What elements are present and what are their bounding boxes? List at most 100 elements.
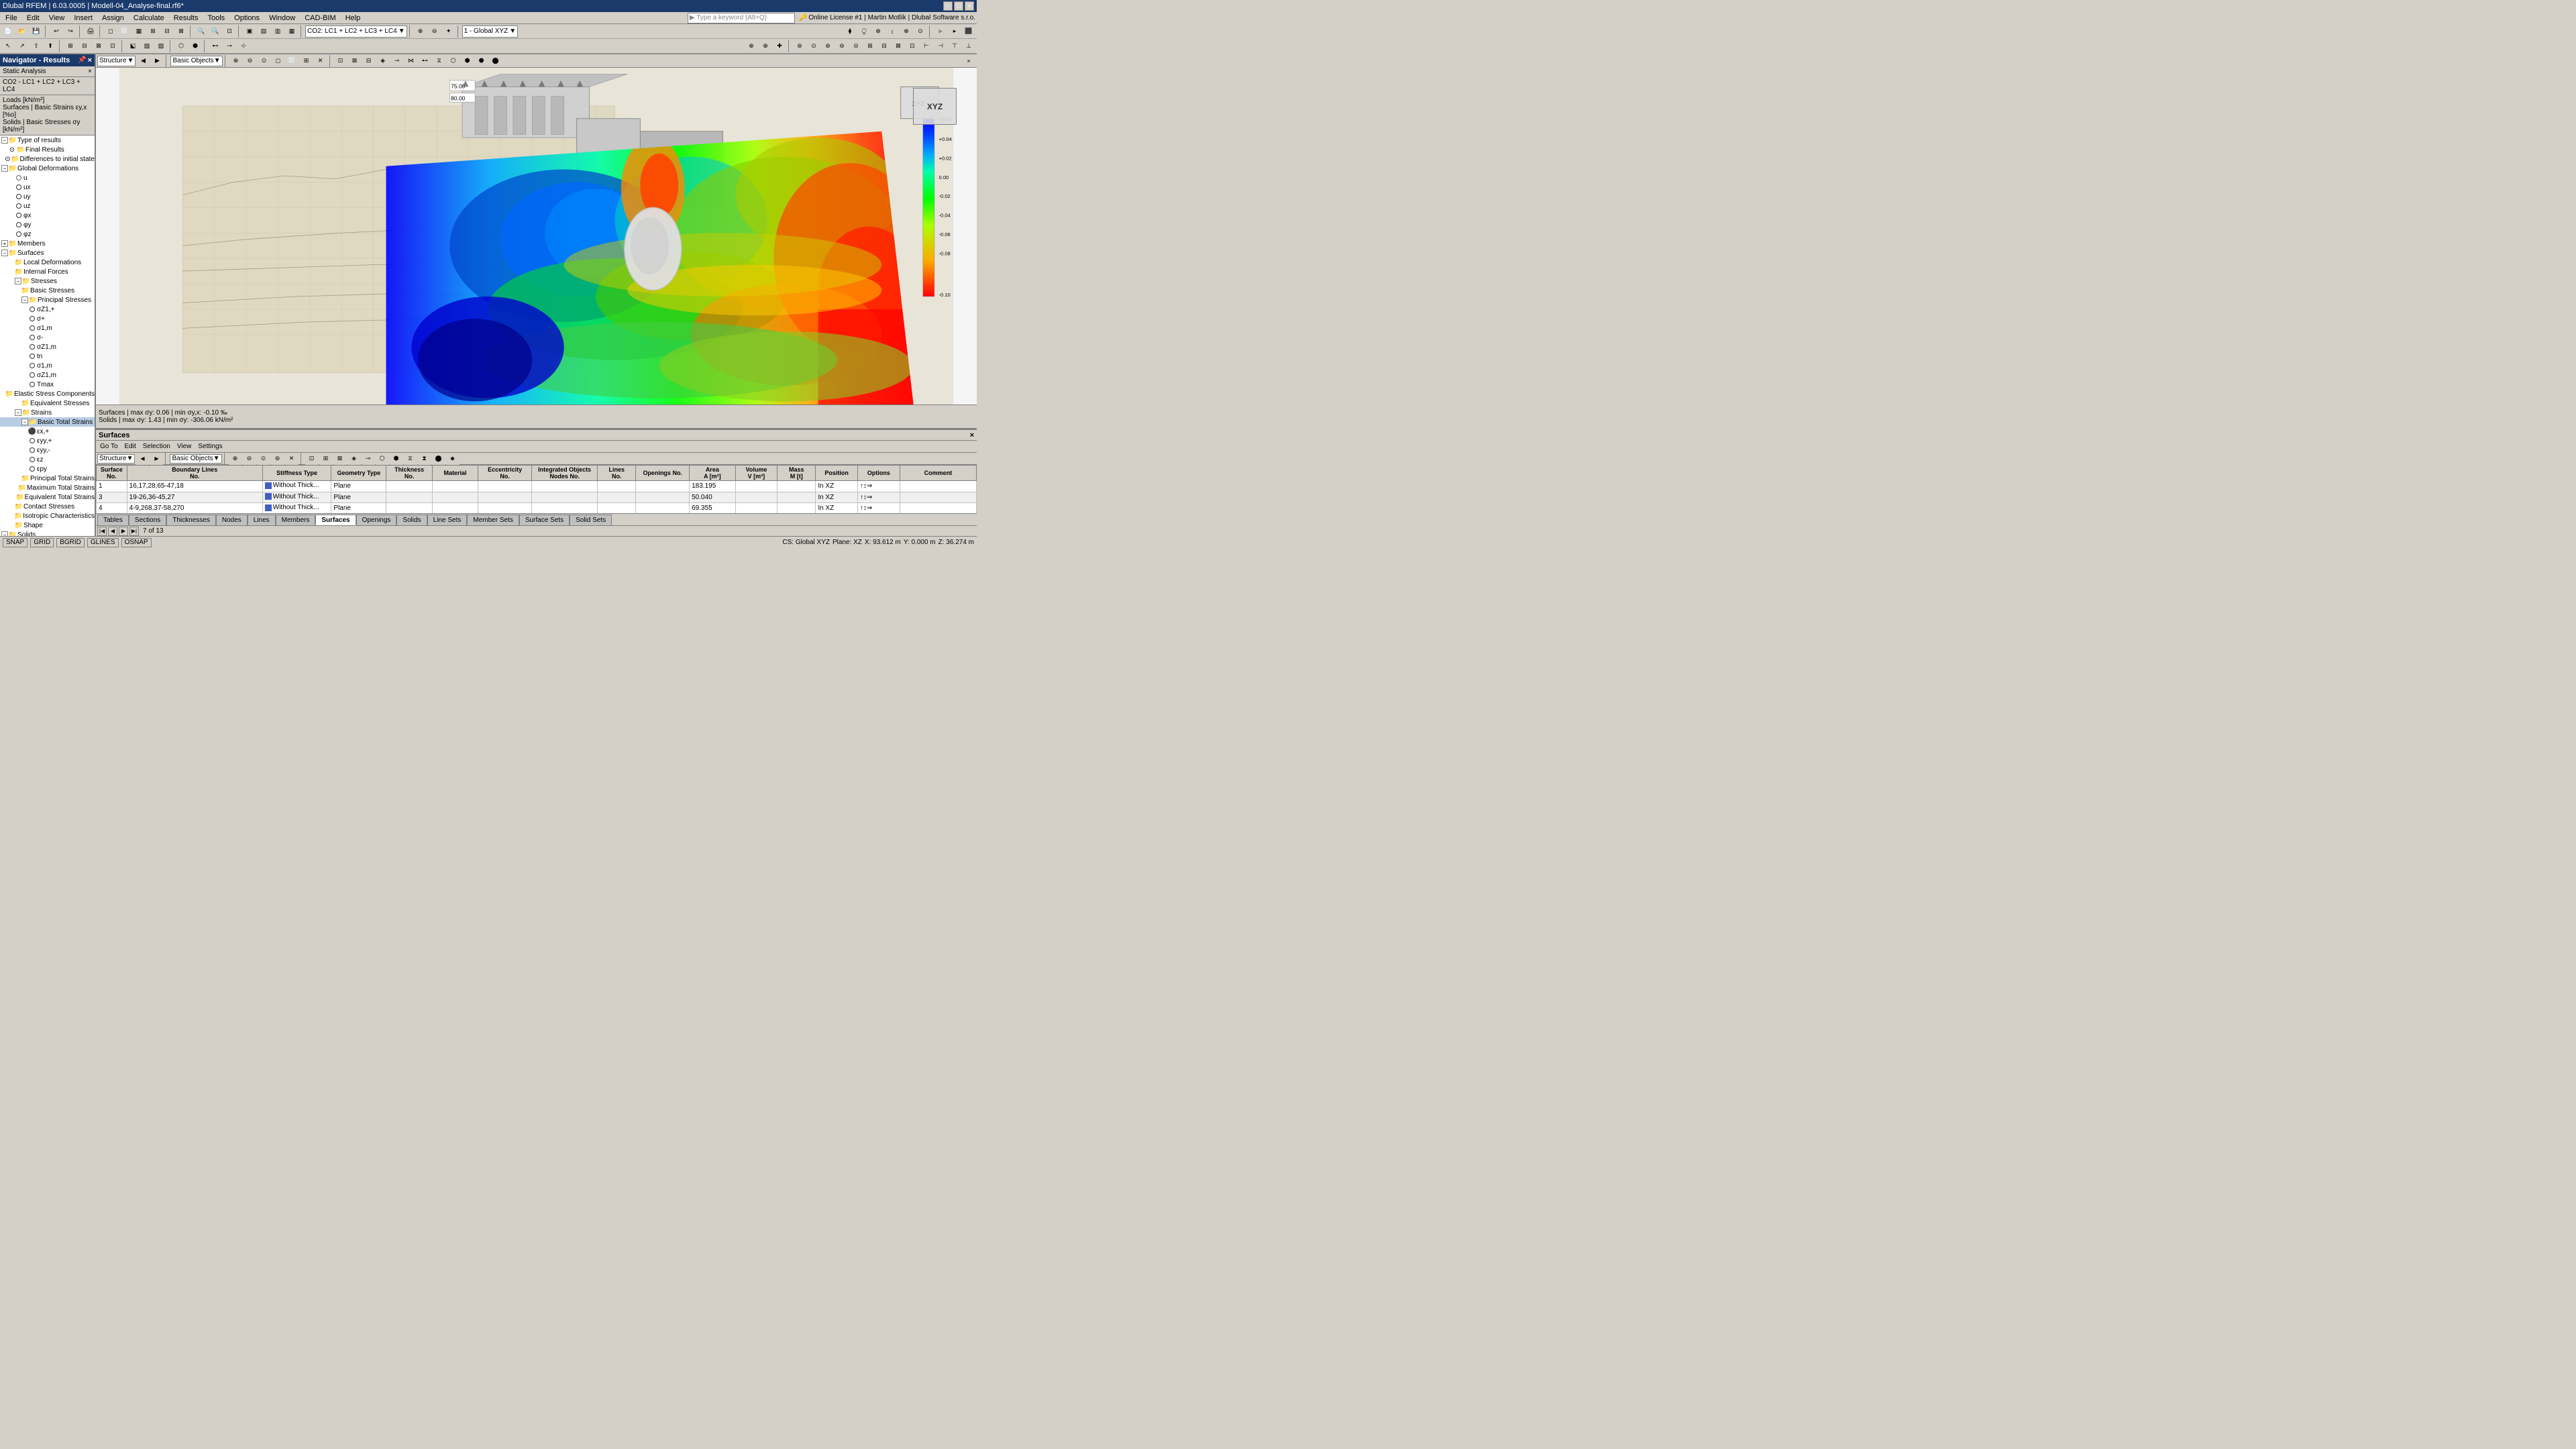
menu-cad-bim[interactable]: CAD-BIM: [301, 13, 339, 23]
tab-surface-sets[interactable]: Surface Sets: [519, 515, 570, 525]
tb2-7[interactable]: ⊠: [92, 40, 105, 52]
tb-btn-5[interactable]: ⊟: [160, 25, 174, 38]
tree-elastic-stress[interactable]: 📁 Elastic Stress Components: [0, 389, 95, 398]
tree-principal-stresses[interactable]: − 📁 Principal Stresses: [0, 295, 95, 305]
tb-btn-1[interactable]: ◻: [104, 25, 117, 38]
tree-contact-stresses[interactable]: 📁 Contact Stresses: [0, 502, 95, 511]
tb2-15[interactable]: ⊸: [223, 40, 236, 52]
expand-principal[interactable]: −: [21, 297, 28, 303]
vp-btn-18[interactable]: ⬣: [475, 55, 488, 67]
tab-nodes[interactable]: Nodes: [216, 515, 248, 525]
tb2-snap-2[interactable]: ⊕: [759, 40, 772, 52]
tab-solid-sets[interactable]: Solid Sets: [570, 515, 612, 525]
tree-phiz[interactable]: φz: [0, 229, 95, 239]
vp-btn-8[interactable]: ⊡: [334, 55, 347, 67]
nav-next[interactable]: ▶: [119, 527, 128, 536]
tb-btn-6[interactable]: ⊠: [174, 25, 188, 38]
tb-view-3[interactable]: ▥: [271, 25, 284, 38]
tree-final-results[interactable]: ⊙ 📁 Final Results: [0, 145, 95, 154]
tree-isotropic[interactable]: 📁 Isotropic Characteristics: [0, 511, 95, 521]
tree-tn[interactable]: tn: [0, 352, 95, 361]
rt-btn-3[interactable]: ⊙: [257, 453, 270, 465]
search-box[interactable]: ▶ Type a keyword (Alt+Q): [688, 13, 795, 23]
tab-tables[interactable]: Tables: [97, 515, 129, 525]
tree-sigma-z1[interactable]: σZ1,+: [0, 305, 95, 314]
tb-btn-2[interactable]: ⬜: [118, 25, 131, 38]
tb2-3[interactable]: ⇧: [30, 40, 43, 52]
basic-objects-dropdown[interactable]: Basic Objects ▼: [170, 56, 222, 66]
vp-arrow-right[interactable]: ▶: [150, 55, 164, 67]
tab-surfaces[interactable]: Surfaces: [315, 515, 356, 525]
menu-assign[interactable]: Assign: [98, 13, 128, 23]
rt-btn-14[interactable]: ⧗: [418, 453, 431, 465]
tb2-r-7[interactable]: ⊟: [877, 40, 891, 52]
expand-global-def[interactable]: −: [1, 165, 8, 172]
tb-right-1[interactable]: ⧫: [843, 25, 857, 38]
results-selection[interactable]: Selection: [140, 442, 173, 451]
tree-sigma-z1-m2[interactable]: σZ1,m: [0, 370, 95, 380]
rt-btn-11[interactable]: ⬡: [376, 453, 389, 465]
tree-eps-yy-plus[interactable]: εyy,+: [0, 436, 95, 445]
vp-btn-12[interactable]: ⊸: [390, 55, 404, 67]
tree-uz[interactable]: uz: [0, 201, 95, 211]
tb-zoom-out[interactable]: 🔍: [209, 25, 222, 38]
grid-btn[interactable]: GRID: [30, 538, 54, 547]
tb-right-4[interactable]: ↕: [885, 25, 899, 38]
load-combo-dropdown[interactable]: CO2: LC1 + LC2 + LC3 + LC4 ▼: [305, 25, 407, 38]
rt-btn-10[interactable]: ⊸: [362, 453, 375, 465]
tb-right-3[interactable]: ⊕: [871, 25, 885, 38]
rt-btn-4[interactable]: ⊚: [271, 453, 284, 465]
expand-strains[interactable]: −: [15, 409, 21, 416]
tb-undo[interactable]: ↩: [50, 25, 63, 38]
tb-view-1[interactable]: ▣: [243, 25, 256, 38]
rt-btn-12[interactable]: ⬢: [390, 453, 403, 465]
tb2-r-6[interactable]: ⊞: [863, 40, 877, 52]
tb2-4[interactable]: ⬆: [44, 40, 57, 52]
tree-surfaces[interactable]: − 📁 Surfaces: [0, 248, 95, 258]
table-row[interactable]: 116,17,28,65-47,18Without Thick...Plane1…: [97, 481, 977, 492]
tab-solids[interactable]: Solids: [396, 515, 427, 525]
tree-solids[interactable]: − 📁 Solids: [0, 530, 95, 536]
rt-btn-15[interactable]: ⬤: [432, 453, 445, 465]
tab-openings[interactable]: Openings: [356, 515, 397, 525]
tree-sigma-1m[interactable]: σ1,m: [0, 323, 95, 333]
rt-btn-13[interactable]: ⧖: [404, 453, 417, 465]
results-goto[interactable]: Go To: [97, 442, 121, 451]
tb2-r-13[interactable]: ⊥: [962, 40, 975, 52]
tree-sigma-minus[interactable]: σ-: [0, 333, 95, 342]
tree-sigma-1m2[interactable]: σ1,m: [0, 361, 95, 370]
tb-zoom-in[interactable]: 🔍: [195, 25, 208, 38]
rt-btn-5[interactable]: ✕: [285, 453, 299, 465]
tree-type-results[interactable]: − 📁 Type of results: [0, 136, 95, 145]
vp-btn-16[interactable]: ⬡: [447, 55, 460, 67]
tree-eps-z[interactable]: εz: [0, 455, 95, 464]
tb-more-1[interactable]: ⊕: [414, 25, 427, 38]
tb2-r-1[interactable]: ⊛: [793, 40, 806, 52]
tab-lines[interactable]: Lines: [248, 515, 276, 525]
nav-last[interactable]: ▶|: [129, 527, 139, 536]
table-row[interactable]: 319-26,36-45,27Without Thick...Plane50.0…: [97, 492, 977, 503]
menu-file[interactable]: File: [1, 13, 21, 23]
tree-tmax[interactable]: Tmax: [0, 380, 95, 389]
rt-btn-8[interactable]: ⊠: [333, 453, 347, 465]
rt-btn-1[interactable]: ⊕: [229, 453, 242, 465]
vp-btn-15[interactable]: ⧖: [433, 55, 446, 67]
menu-edit[interactable]: Edit: [23, 13, 44, 23]
tree-eps-x[interactable]: ⚫ εx,+: [0, 427, 95, 436]
results-arrow-left[interactable]: ◀: [136, 453, 149, 465]
tab-members[interactable]: Members: [276, 515, 316, 525]
tb2-r-12[interactable]: ⊤: [948, 40, 961, 52]
tb2-r-3[interactable]: ⊚: [821, 40, 835, 52]
table-row[interactable]: 44-9,268,37-58,270Without Thick...Plane6…: [97, 503, 977, 514]
structure-dropdown[interactable]: Structure ▼: [97, 56, 136, 66]
menu-calculate[interactable]: Calculate: [129, 13, 168, 23]
tree-diff-initial[interactable]: ⊙ 📁 Differences to initial state: [0, 154, 95, 164]
glines-btn[interactable]: GLINES: [87, 538, 119, 547]
tb2-2[interactable]: ↗: [15, 40, 29, 52]
vp-btn-10[interactable]: ⊟: [362, 55, 376, 67]
tree-internal-forces[interactable]: 📁 Internal Forces: [0, 267, 95, 276]
vp-btn-2[interactable]: ⊖: [244, 55, 257, 67]
tree-equivalent[interactable]: 📁 Equivalent Stresses: [0, 398, 95, 408]
rt-btn-6[interactable]: ⊡: [305, 453, 319, 465]
tb2-14[interactable]: ⊷: [209, 40, 222, 52]
